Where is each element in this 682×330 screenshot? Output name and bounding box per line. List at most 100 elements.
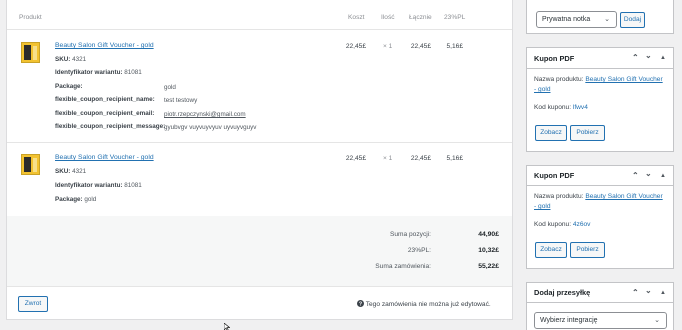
integration-select[interactable]: Wybierz integrację ⌄ xyxy=(534,312,667,329)
not-editable-note: ? Tego zamówienia nie można już edytować… xyxy=(357,300,491,308)
order-total-value: 55,22£ xyxy=(478,263,499,270)
variant-value: 81081 xyxy=(124,69,142,76)
coupon-box-title: Kupon PDF xyxy=(534,54,575,63)
recipient-name-label: flexible_coupon_recipient_name: xyxy=(55,96,155,103)
package-value: gold xyxy=(84,196,97,203)
order-item-row: Beauty Salon Gift Voucher - gold SKU: 43… xyxy=(7,34,512,142)
product-name-link[interactable]: Beauty Salon Gift Voucher - gold xyxy=(55,42,154,49)
coupon-product-link[interactable]: Beauty Salon Gift Voucher xyxy=(585,76,662,83)
coupon-code-value: lfwv4 xyxy=(572,104,588,111)
chevron-up-icon[interactable]: ⌃ xyxy=(632,54,639,62)
chevron-down-icon[interactable]: ⌄ xyxy=(645,287,652,295)
mouse-cursor-icon xyxy=(224,323,230,330)
package-label: Package: xyxy=(55,83,83,90)
view-coupon-button[interactable]: Zobacz xyxy=(535,125,567,141)
item-qty: × 1 xyxy=(383,155,393,162)
item-total: 22,45£ xyxy=(410,155,431,162)
tax-total-value: 10,32£ xyxy=(478,247,499,254)
chevron-down-icon[interactable]: ⌄ xyxy=(645,52,652,60)
sku-value: 4321 xyxy=(72,56,87,63)
add-shipment-box: Dodaj przesyłkę ⌃ ⌄ ▲ Wybierz integrację… xyxy=(526,282,674,330)
coupon-product-label: Nazwa produktu: xyxy=(534,193,584,200)
subtotal-label: Suma pozycji: xyxy=(389,231,431,238)
order-notes-box: Prywatna notka ⌄ Dodaj xyxy=(526,0,674,34)
download-coupon-button[interactable]: Pobierz xyxy=(570,125,605,141)
coupon-code-label: Kod kuponu: xyxy=(534,104,572,111)
item-cost: 22,45£ xyxy=(345,43,366,50)
coupon-code-label: Kod kuponu: xyxy=(534,221,572,228)
note-type-select[interactable]: Prywatna notka ⌄ xyxy=(536,11,617,28)
item-total: 22,45£ xyxy=(410,43,431,50)
header-tax: 23%PL xyxy=(444,14,466,21)
package-label: Package: xyxy=(55,196,83,203)
coupon-pdf-box: Kupon PDF ⌃ ⌄ ▲ Nazwa produktu: Beauty S… xyxy=(526,165,674,269)
recipient-email-label: flexible_coupon_recipient_email: xyxy=(55,110,155,117)
integration-placeholder: Wybierz integrację xyxy=(540,317,598,324)
shipment-box-header: Dodaj przesyłkę ⌃ ⌄ ▲ xyxy=(527,283,673,303)
chevron-up-icon[interactable]: ⌃ xyxy=(632,289,639,297)
header-cost: Koszt xyxy=(348,14,365,21)
coupon-box-title: Kupon PDF xyxy=(534,171,575,180)
triangle-toggle-icon[interactable]: ▲ xyxy=(660,290,666,296)
view-coupon-button[interactable]: Zobacz xyxy=(535,242,567,258)
sku-line: SKU: 4321 xyxy=(55,168,86,175)
chevron-down-icon: ⌄ xyxy=(604,16,610,23)
coupon-product-line: Nazwa produktu: Beauty Salon Gift Vouche… xyxy=(534,193,663,200)
coupon-pdf-box: Kupon PDF ⌃ ⌄ ▲ Nazwa produktu: Beauty S… xyxy=(526,47,674,152)
item-cost: 22,45£ xyxy=(345,155,366,162)
chevron-down-icon: ⌄ xyxy=(654,317,660,324)
triangle-toggle-icon[interactable]: ▲ xyxy=(660,55,666,61)
coupon-product-label: Nazwa produktu: xyxy=(534,76,584,83)
item-qty: × 1 xyxy=(383,43,393,50)
product-thumbnail[interactable] xyxy=(21,42,40,63)
chevron-up-icon[interactable]: ⌃ xyxy=(632,172,639,180)
tax-total-label: 23%PL: xyxy=(407,247,431,254)
triangle-toggle-icon[interactable]: ▲ xyxy=(660,173,666,179)
not-editable-text: Tego zamówienia nie można już edytować. xyxy=(365,301,491,308)
variant-value: 81081 xyxy=(124,182,142,189)
variant-label: Identyfikator wariantu: xyxy=(55,69,123,76)
product-thumbnail[interactable] xyxy=(21,154,40,175)
recipient-message-label: flexible_coupon_recipient_message: xyxy=(55,123,166,130)
package-line: Package: gold xyxy=(55,196,96,203)
subtotal-value: 44,90£ xyxy=(478,231,499,238)
coupon-product-line: Nazwa produktu: Beauty Salon Gift Vouche… xyxy=(534,76,663,83)
coupon-box-header: Kupon PDF ⌃ ⌄ ▲ xyxy=(527,48,673,69)
sku-line: SKU: 4321 xyxy=(55,56,86,63)
recipient-message-value: gyubvgv vuyvuyvyuv uyvuyvguyv xyxy=(164,124,257,131)
sku-label: SKU: xyxy=(55,168,71,175)
item-tax: 5,16£ xyxy=(446,155,463,162)
order-items-header: Produkt Koszt Ilość Łącznie 23%PL xyxy=(7,6,512,30)
coupon-product-link[interactable]: Beauty Salon Gift Voucher xyxy=(585,193,662,200)
sku-value: 4321 xyxy=(72,168,87,175)
header-total: Łącznie xyxy=(409,14,432,21)
row-divider xyxy=(7,142,512,143)
coupon-product-link-wrap[interactable]: - gold xyxy=(534,86,551,93)
refund-button[interactable]: Zwrot xyxy=(18,296,48,312)
variant-label: Identyfikator wariantu: xyxy=(55,182,123,189)
header-product: Produkt xyxy=(19,14,42,21)
shipment-box-title: Dodaj przesyłkę xyxy=(534,288,591,297)
coupon-code-line: Kod kuponu: lfwv4 xyxy=(534,104,588,111)
variant-line: Identyfikator wariantu: 81081 xyxy=(55,69,142,76)
recipient-name-value: test testowy xyxy=(164,97,198,104)
recipient-email-link[interactable]: piotr.rzepczynski@gmail.com xyxy=(164,111,246,118)
sku-label: SKU: xyxy=(55,56,71,63)
package-value: gold xyxy=(164,84,176,91)
order-total-label: Suma zamówienia: xyxy=(375,263,431,270)
coupon-product-link-wrap[interactable]: - gold xyxy=(534,203,551,210)
chevron-down-icon[interactable]: ⌄ xyxy=(645,170,652,178)
coupon-code-line: Kod kuponu: 4z6ov xyxy=(534,221,590,228)
item-tax: 5,16£ xyxy=(446,43,463,50)
svg-text:?: ? xyxy=(359,302,362,307)
header-qty: Ilość xyxy=(381,14,395,21)
coupon-box-header: Kupon PDF ⌃ ⌄ ▲ xyxy=(527,166,673,186)
product-name-link[interactable]: Beauty Salon Gift Voucher - gold xyxy=(55,154,154,161)
coupon-code-value: 4z6ov xyxy=(572,221,591,228)
download-coupon-button[interactable]: Pobierz xyxy=(570,242,605,258)
question-circle-icon: ? xyxy=(357,300,364,308)
order-items-panel: Produkt Koszt Ilość Łącznie 23%PL Beauty… xyxy=(6,0,513,320)
add-note-button[interactable]: Dodaj xyxy=(620,12,645,28)
order-item-row: Beauty Salon Gift Voucher - gold SKU: 43… xyxy=(7,146,512,210)
note-type-value: Prywatna notka xyxy=(542,16,591,23)
